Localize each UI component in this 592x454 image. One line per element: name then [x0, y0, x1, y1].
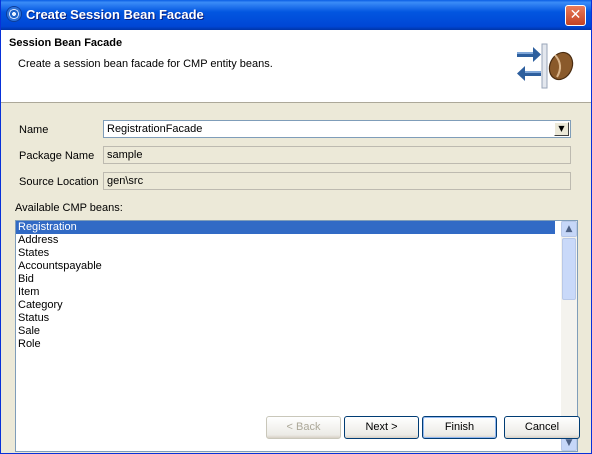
dialog-window: Create Session Bean Facade ✕ Session Bea… [0, 0, 592, 454]
session-bean-facade-icon [517, 43, 574, 89]
list-item[interactable]: Bid [16, 273, 555, 286]
source-location-field: gen\src [103, 172, 571, 190]
coffee-bean-icon [548, 51, 574, 81]
wizard-app-icon [7, 7, 21, 21]
list-item[interactable]: Accountspayable [16, 260, 555, 273]
list-item[interactable]: Sale [16, 325, 555, 338]
arrow-right-icon [517, 47, 541, 62]
arrow-left-icon [517, 66, 541, 81]
arrow-up-icon[interactable]: ▲ [561, 221, 577, 237]
name-label: Name [19, 124, 49, 136]
finish-button[interactable]: Finish [422, 416, 497, 439]
package-label: Package Name [19, 150, 95, 162]
package-name-field: sample [103, 146, 571, 164]
list-item[interactable]: Category [16, 299, 555, 312]
form-area: Name RegistrationFacade ▼ Package Name s… [1, 103, 591, 452]
next-button[interactable]: Next > [344, 416, 419, 439]
scrollbar-thumb[interactable] [562, 238, 576, 300]
close-button[interactable]: ✕ [565, 5, 586, 26]
name-value: RegistrationFacade [107, 123, 203, 135]
beans-items: Registration Address States Accountspayable… [16, 221, 577, 351]
cancel-button[interactable]: Cancel [504, 416, 580, 439]
list-item[interactable]: Item [16, 286, 555, 299]
available-beans-label: Available CMP beans: [15, 202, 123, 214]
list-item[interactable]: Registration [16, 221, 555, 234]
list-item[interactable]: Address [16, 234, 555, 247]
list-item[interactable]: Status [16, 312, 555, 325]
list-item[interactable]: Role [16, 338, 555, 351]
banner-description: Create a session bean facade for CMP ent… [18, 58, 273, 70]
window-title: Create Session Bean Facade [26, 7, 204, 22]
banner-title: Session Bean Facade [9, 37, 123, 49]
title-bar[interactable]: Create Session Bean Facade ✕ [1, 0, 591, 30]
name-combobox[interactable]: RegistrationFacade ▼ [103, 120, 571, 138]
wizard-banner: Session Bean Facade Create a session bea… [1, 30, 591, 103]
source-location-label: Source Location [19, 176, 99, 188]
chevron-down-icon[interactable]: ▼ [554, 122, 569, 136]
back-button[interactable]: < Back [266, 416, 341, 439]
list-item[interactable]: States [16, 247, 555, 260]
